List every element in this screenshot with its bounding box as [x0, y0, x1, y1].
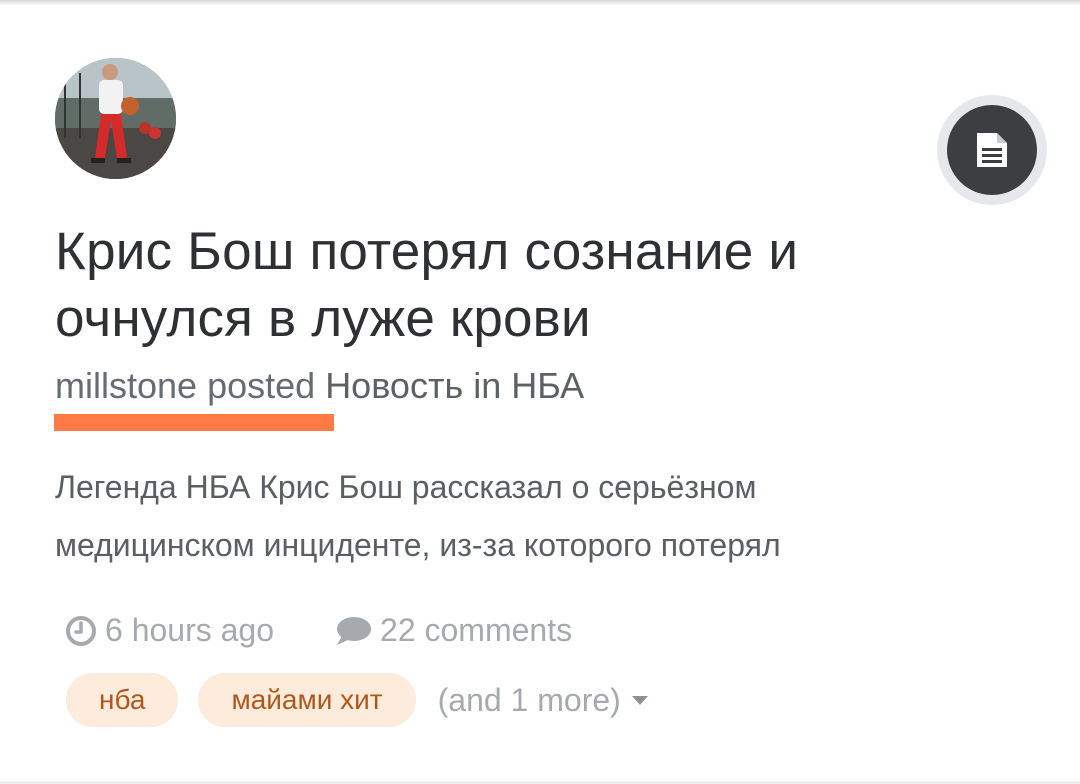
author-highlight [54, 414, 334, 431]
post-stats: 6 hours ago 22 comments [65, 612, 572, 649]
top-divider [0, 0, 1080, 6]
post-meta: millstone posted Новость in НБА [55, 364, 584, 408]
tag-list: нба майами хит (and 1 more) [66, 673, 649, 727]
posted-word: posted [207, 365, 316, 406]
clock-icon [66, 615, 96, 646]
caret-down-icon [631, 696, 648, 705]
post-type-ring [937, 95, 1047, 205]
avatar[interactable] [55, 58, 176, 179]
tag-miami-heat[interactable]: майами хит [198, 673, 416, 727]
post-excerpt: Легенда НБА Крис Бош рассказал о серьёзн… [55, 469, 781, 563]
more-tags-label: (and 1 more) [437, 681, 621, 718]
comments-count[interactable]: 22 comments [380, 612, 572, 649]
post-title[interactable]: Крис Бош потерял сознание и очнулся в лу… [55, 218, 895, 352]
comments-stat[interactable]: 22 comments [334, 612, 572, 649]
author-link[interactable]: millstone [55, 365, 197, 406]
tag-nba[interactable]: нба [66, 673, 179, 727]
post-type-button[interactable] [947, 105, 1037, 195]
speech-bubble-icon [337, 616, 372, 645]
post-type-link[interactable]: Новость [325, 365, 463, 406]
in-word: in [473, 365, 502, 406]
more-tags-toggle[interactable]: (and 1 more) [438, 682, 649, 719]
avatar-image [55, 58, 176, 179]
time-ago: 6 hours ago [105, 612, 275, 648]
time-stat: 6 hours ago [65, 612, 274, 649]
post-card[interactable]: Крис Бош потерял сознание и очнулся в лу… [0, 0, 1080, 784]
document-icon [977, 133, 1007, 167]
category-link[interactable]: НБА [511, 365, 584, 406]
